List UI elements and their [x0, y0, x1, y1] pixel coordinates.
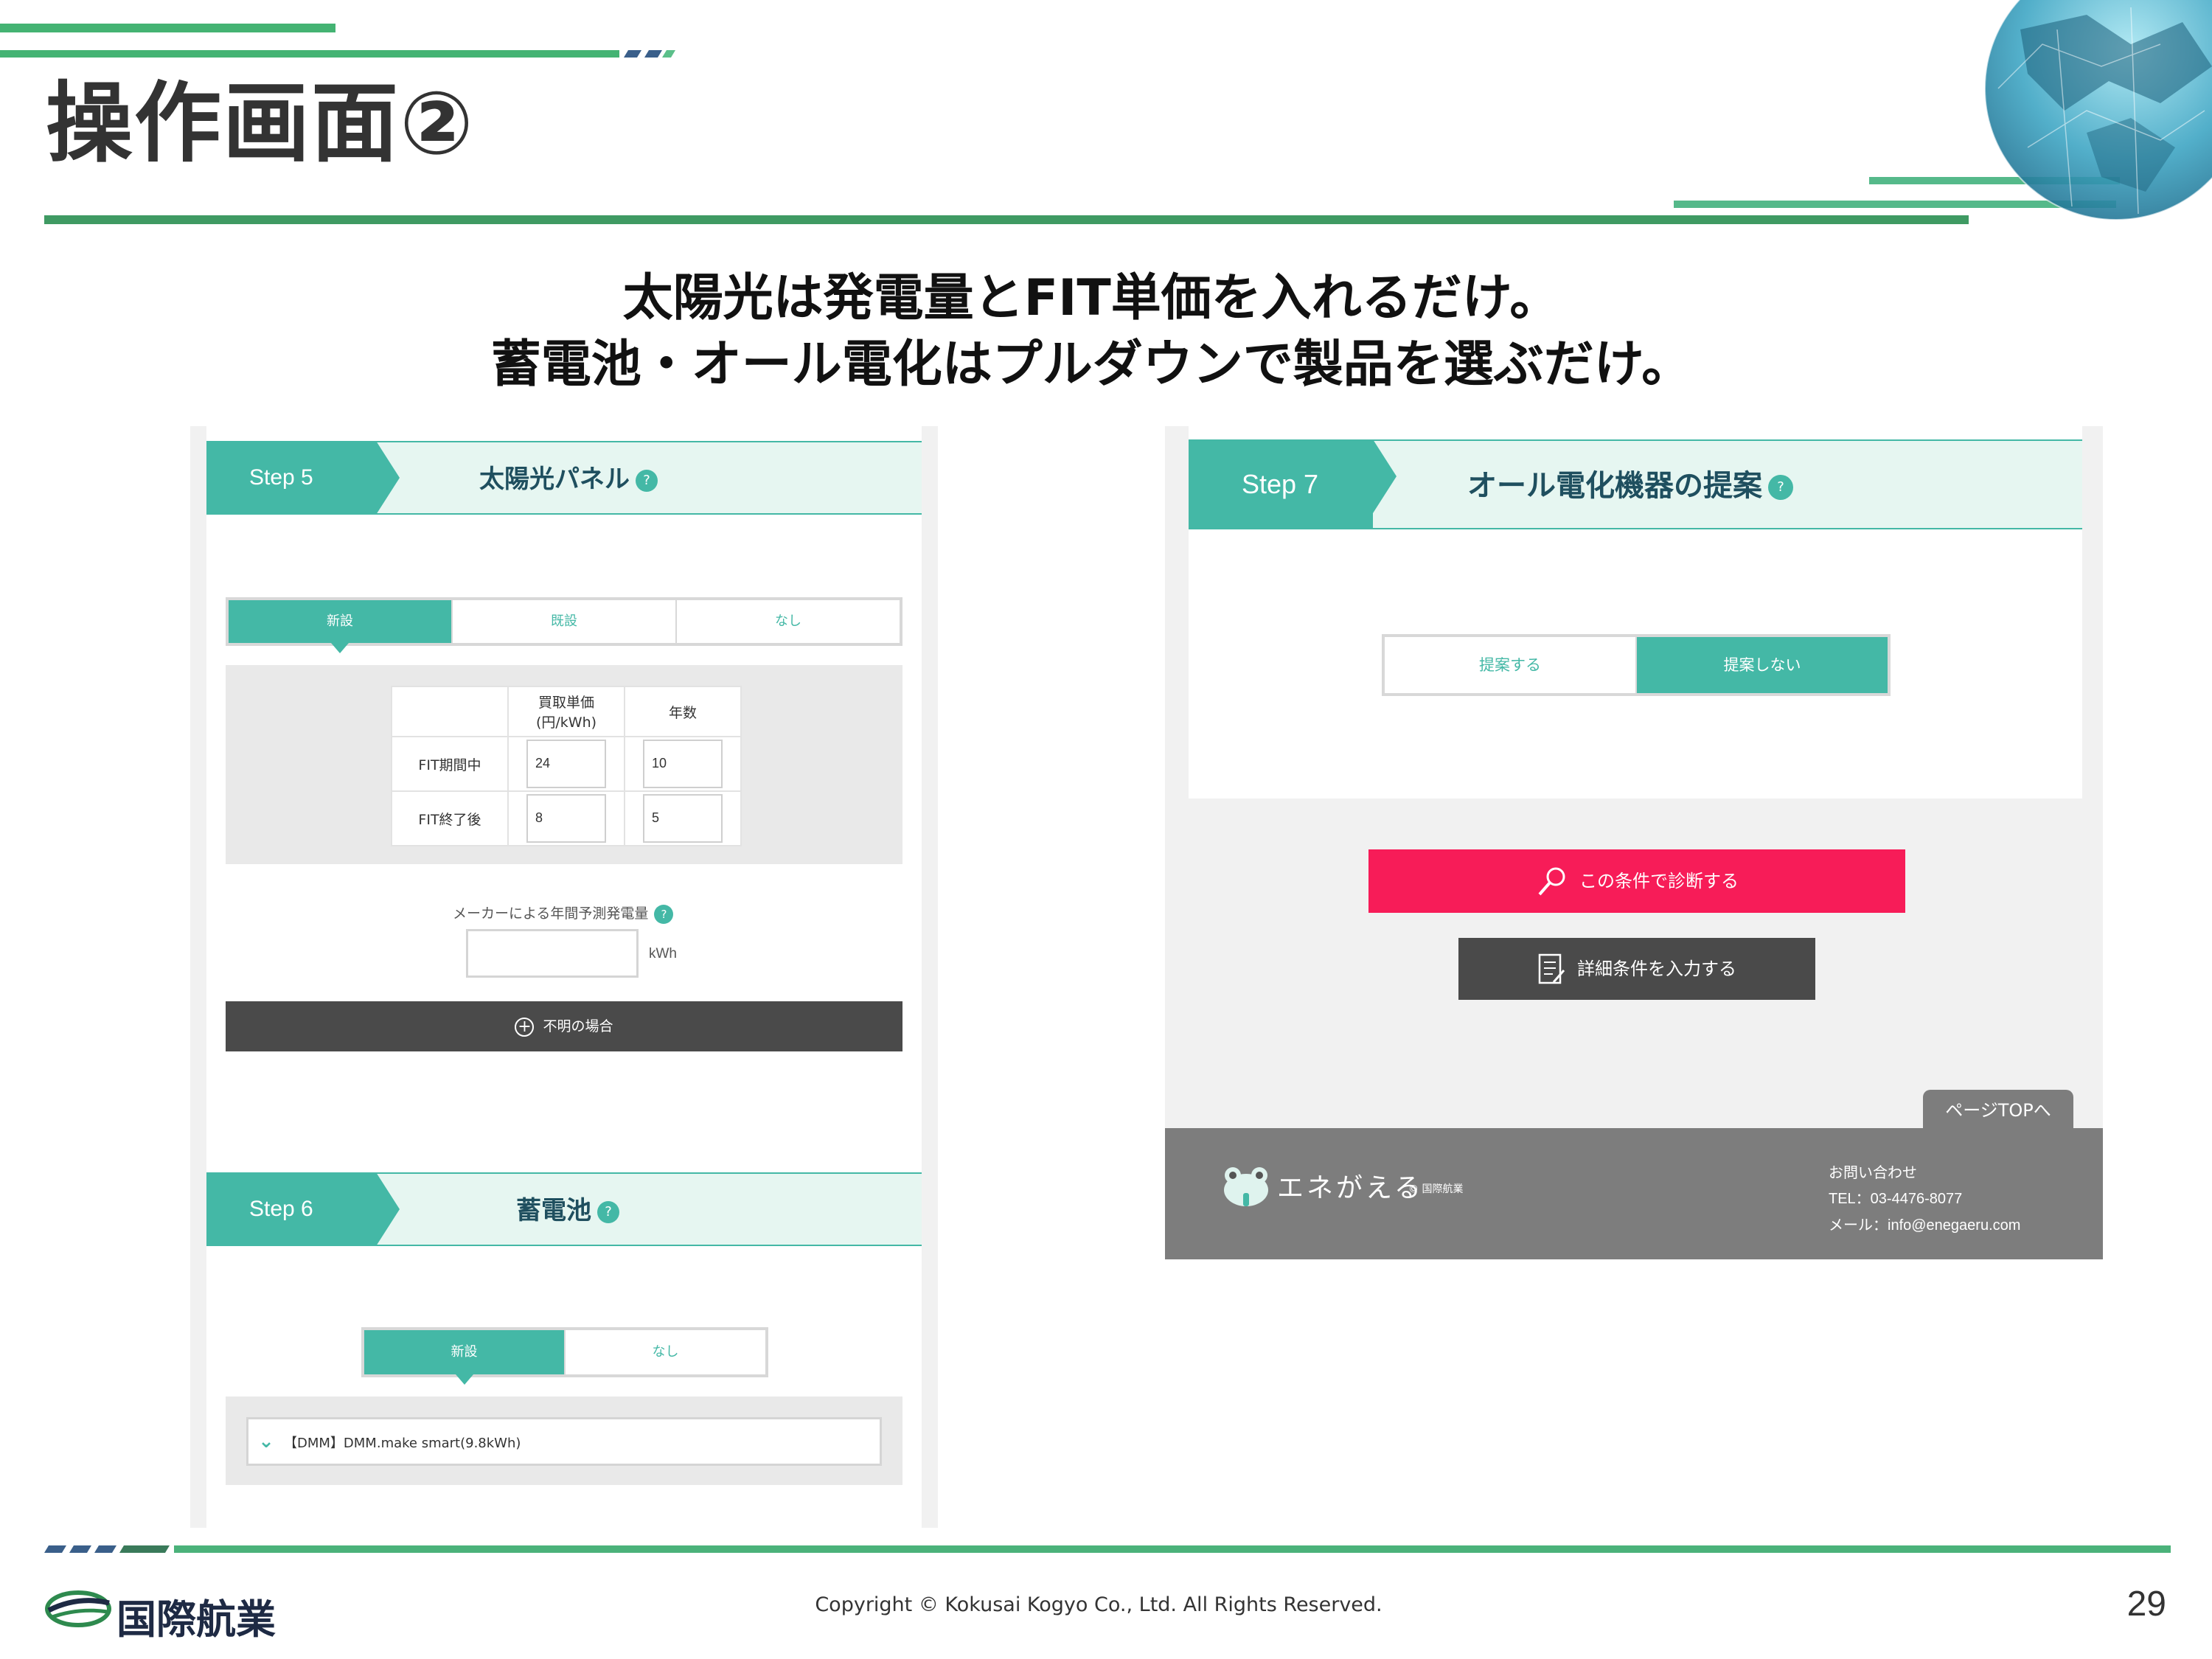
- right-screenshot-panel: Step 7 オール電化機器の提案? 提案する 提案しない この条件で診断する …: [1165, 426, 2103, 1259]
- left-screenshot-panel: Step 5 太陽光パネル? 新設 既設 なし 買取単価(円/kWh) 年数 F…: [190, 426, 938, 1528]
- help-icon[interactable]: ?: [1768, 475, 1793, 500]
- unknown-case-label: 不明の場合: [543, 1018, 613, 1034]
- help-icon[interactable]: ?: [597, 1200, 619, 1223]
- site-logo-text: エネがえる: [1277, 1173, 1424, 1203]
- post-fit-years-input[interactable]: 5: [643, 794, 723, 843]
- maker-forecast-label: メーカーによる年間予測発電量?: [453, 902, 674, 924]
- diagnose-button[interactable]: この条件で診断する: [1368, 849, 1905, 913]
- step6-header: Step 6 蓄電池?: [206, 1172, 922, 1246]
- fit-table: 買取単価(円/kWh) 年数 FIT期間中 24 10 FIT終了後 8 5: [391, 686, 742, 846]
- option-propose[interactable]: 提案する: [1385, 637, 1635, 693]
- fit-price-area: 買取単価(円/kWh) 年数 FIT期間中 24 10 FIT終了後 8 5: [226, 665, 902, 864]
- fit-period-years-input[interactable]: 10: [643, 740, 723, 788]
- maker-forecast-text: メーカーによる年間予測発電量: [453, 905, 649, 922]
- battery-product-select[interactable]: ⌄ 【DMM】DMM.make smart(9.8kWh): [246, 1417, 882, 1466]
- option-none[interactable]: なし: [564, 1330, 765, 1374]
- option-do-not-propose[interactable]: 提案しない: [1635, 637, 1888, 693]
- years-column-header: 年数: [624, 686, 742, 737]
- frog-mascot-icon: [1224, 1167, 1268, 1206]
- annual-generation-input[interactable]: [466, 929, 639, 978]
- fit-period-price-input[interactable]: 24: [526, 740, 606, 788]
- help-icon[interactable]: ?: [654, 904, 674, 924]
- copyright: Copyright © Kokusai Kogyo Co., Ltd. All …: [815, 1593, 1382, 1616]
- contact-block: お問い合わせ TEL：03-4476-8077 メール：info@enegaer…: [1829, 1159, 2020, 1239]
- chevron-down-icon: ⌄: [258, 1430, 274, 1453]
- step6-install-toggle: 新設 なし: [361, 1327, 768, 1385]
- step7-title: オール電化機器の提案?: [1467, 441, 1793, 531]
- post-fit-price-input[interactable]: 8: [526, 794, 606, 843]
- step5-header: Step 5 太陽光パネル?: [206, 441, 922, 515]
- slide-title: 操作画面②: [46, 72, 475, 174]
- step6-title-text: 蓄電池: [516, 1196, 591, 1225]
- kwh-unit: kWh: [649, 946, 677, 961]
- step7-label: Step 7: [1189, 439, 1397, 529]
- footer-decoration: [44, 1545, 2171, 1553]
- step5-label: Step 5: [206, 441, 400, 515]
- help-icon[interactable]: ?: [636, 469, 658, 492]
- site-footer: エネがえる © 国際航業 お問い合わせ TEL：03-4476-8077 メール…: [1165, 1128, 2103, 1259]
- magnifier-icon: [1538, 867, 1565, 896]
- headline-line-1: 太陽光は発電量とFIT単価を入れるだけ。: [622, 269, 1560, 327]
- step5-title-text: 太陽光パネル: [479, 465, 630, 494]
- step6-title: 蓄電池?: [516, 1174, 619, 1248]
- contact-mail[interactable]: メール：info@enegaeru.com: [1829, 1212, 2020, 1239]
- step6-label: Step 6: [206, 1172, 400, 1246]
- document-edit-icon: [1538, 953, 1565, 984]
- unknown-case-button[interactable]: + 不明の場合: [226, 1001, 902, 1051]
- detail-conditions-label: 詳細条件を入力する: [1577, 959, 1736, 979]
- globe-graphic: [1984, 0, 2212, 220]
- battery-product-value: 【DMM】DMM.make smart(9.8kWh): [284, 1436, 521, 1451]
- headline-line-2: 蓄電池・オール電化はプルダウンで製品を選ぶだけ。: [490, 335, 1692, 394]
- step7-title-text: オール電化機器の提案: [1467, 469, 1762, 503]
- price-column-header: 買取単価(円/kWh): [507, 686, 625, 737]
- option-new[interactable]: 新設: [229, 600, 451, 653]
- page-number: 29: [2126, 1585, 2166, 1624]
- diagnose-label: この条件で診断する: [1579, 871, 1739, 891]
- option-none[interactable]: なし: [675, 600, 900, 643]
- plus-circle-icon: +: [515, 1017, 535, 1037]
- step5-title: 太陽光パネル?: [479, 442, 658, 516]
- detail-conditions-button[interactable]: 詳細条件を入力する: [1458, 938, 1815, 1000]
- step7-card: Step 7 オール電化機器の提案? 提案する 提案しない: [1189, 426, 2082, 799]
- contact-heading: お問い合わせ: [1829, 1164, 1917, 1181]
- step7-proposal-toggle: 提案する 提案しない: [1382, 634, 1891, 696]
- contact-tel: TEL：03-4476-8077: [1829, 1191, 1963, 1207]
- battery-product-area: ⌄ 【DMM】DMM.make smart(9.8kWh): [226, 1397, 902, 1485]
- page-top-button[interactable]: ページTOPへ: [1923, 1090, 2073, 1128]
- step7-header: Step 7 オール電化機器の提案?: [1189, 439, 2082, 529]
- option-existing[interactable]: 既設: [451, 600, 675, 643]
- fit-period-label: FIT期間中: [391, 736, 509, 792]
- site-logo-sub: © 国際航業: [1408, 1183, 1464, 1195]
- step5-install-toggle: 新設 既設 なし: [226, 597, 902, 653]
- option-new[interactable]: 新設: [364, 1330, 564, 1385]
- post-fit-label: FIT終了後: [391, 790, 509, 846]
